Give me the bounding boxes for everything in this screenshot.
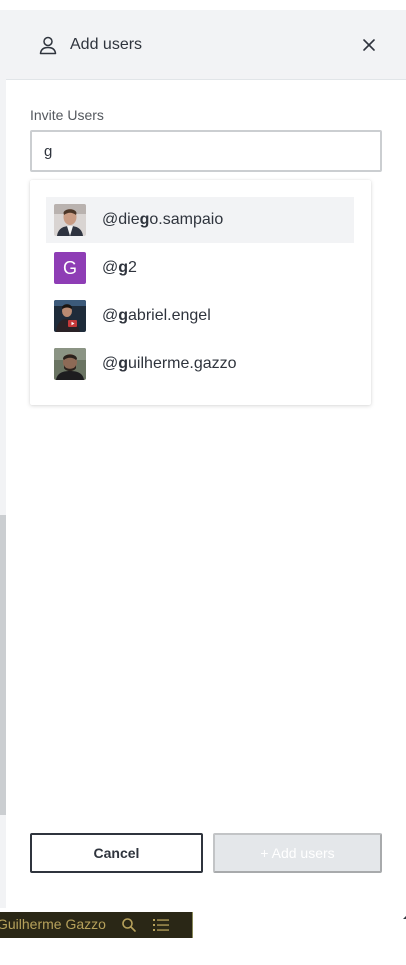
panel-title: Add users [70, 36, 143, 53]
app-root: Add users Invite Users g @diego.sampaio … [0, 0, 406, 965]
cancel-button[interactable]: Cancel [30, 833, 203, 873]
suggestion-item[interactable]: @guilherme.gazzo [46, 341, 354, 387]
suggestion-username: @g2 [102, 259, 137, 276]
user-suggestions-dropdown: @diego.sampaio G @g2 @gabriel.engel @gui… [30, 180, 371, 405]
suggestion-item[interactable]: G @g2 [46, 245, 354, 291]
suggestion-username: @gabriel.engel [102, 307, 211, 324]
invite-users-input[interactable] [30, 130, 382, 172]
add-users-button[interactable]: + Add users [213, 833, 382, 873]
avatar [54, 300, 86, 332]
avatar [54, 348, 86, 380]
bottom-tab-bar: Guilherme Gazzo [0, 912, 193, 938]
suggestion-username: @guilherme.gazzo [102, 355, 237, 372]
suggestion-item[interactable]: @diego.sampaio [46, 197, 354, 243]
list-icon[interactable] [152, 917, 170, 933]
close-icon[interactable] [358, 34, 380, 56]
panel-header: Add users [6, 10, 406, 80]
user-icon [38, 35, 58, 55]
suggestion-item[interactable]: @gabriel.engel [46, 293, 354, 339]
invite-users-label: Invite Users [30, 107, 104, 123]
bottom-bar-user-name[interactable]: Guilherme Gazzo [0, 916, 106, 932]
suggestion-username: @diego.sampaio [102, 211, 224, 228]
avatar [54, 204, 86, 236]
top-strip [0, 0, 406, 10]
add-users-panel: Add users Invite Users g @diego.sampaio … [6, 10, 406, 919]
avatar-letter: G [54, 252, 86, 284]
search-icon[interactable] [121, 917, 137, 933]
